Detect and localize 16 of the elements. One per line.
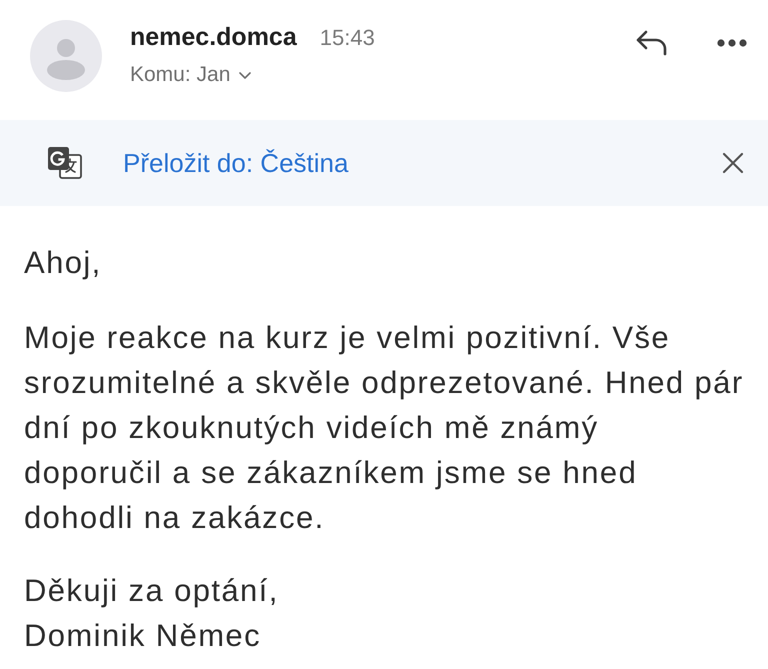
translate-icon: [47, 146, 83, 180]
close-button[interactable]: [720, 150, 746, 176]
greeting-text: Ahoj,: [24, 244, 103, 282]
reply-button[interactable]: [635, 29, 669, 57]
reply-icon: [636, 30, 668, 56]
sent-time: 15:43: [320, 24, 375, 52]
signature-text: Dominik Němec: [24, 617, 262, 655]
close-icon: [722, 152, 744, 174]
closing-text: Děkuji za optání,: [24, 572, 280, 610]
sender-name: nemec.domca: [130, 22, 297, 52]
more-icon: [717, 39, 747, 47]
avatar-icon: [30, 20, 102, 92]
translate-link[interactable]: Přeložit do: Čeština: [123, 147, 348, 179]
recipient-toggle[interactable]: Komu: Jan: [130, 62, 252, 88]
chevron-down-icon: [239, 72, 252, 78]
message-paragraph: Moje reakce na kurz je velmi pozitivní. Vše srozumitelné a skvěle odprezetované. Hned pár dní po zkouknutých videích mě známý doporučil a se zákazníkem jsme se hned dohodli na zakázce.: [24, 319, 744, 537]
